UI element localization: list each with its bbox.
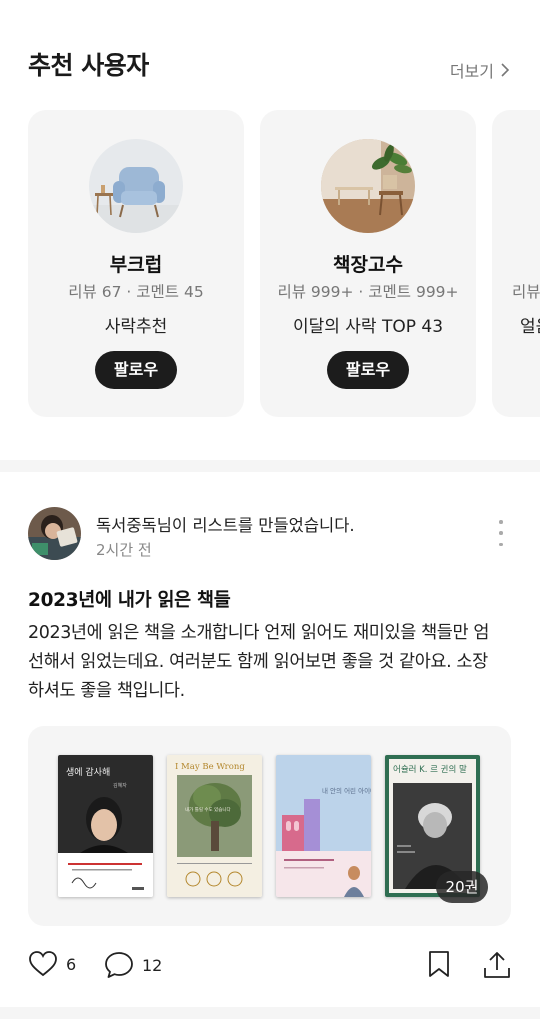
post-actions: 6 12 bbox=[28, 950, 512, 982]
post-title[interactable]: 2023년에 내가 읽은 책들 bbox=[28, 586, 231, 612]
post-body[interactable]: 2023년에 읽은 책을 소개합니다 언제 읽어도 재미있을 책들만 엄선해서 … bbox=[28, 619, 498, 706]
user-card[interactable]: 리뷰 얼음 bbox=[492, 110, 540, 417]
avatar[interactable] bbox=[89, 139, 183, 233]
recommended-users-section: 추천 사용자 더보기 부크럽 리뷰 67 · 코멘트 45 사락추천 팔로우 책… bbox=[0, 0, 540, 460]
book-cover[interactable]: I May Be Wrong 내가 틀릴 수도 있습니다 bbox=[167, 755, 262, 897]
bookmark-icon bbox=[429, 951, 449, 977]
book-list-preview[interactable]: 생에 감사해 김혜자 I May Be Wrong 내가 틀릴 수도 있습니다 … bbox=[28, 726, 511, 926]
like-count: 6 bbox=[66, 954, 77, 974]
book-count-badge: 20권 bbox=[436, 871, 488, 903]
book-title: 어슐러 K. 르 귄의 말 bbox=[393, 764, 467, 775]
like-button[interactable]: 6 bbox=[28, 950, 76, 978]
avatar[interactable] bbox=[321, 139, 415, 233]
book-title: 생에 감사해 bbox=[66, 766, 110, 778]
user-name: 부크럽 bbox=[109, 254, 163, 276]
user-name: 책장고수 bbox=[333, 254, 403, 276]
user-card-list[interactable]: 부크럽 리뷰 67 · 코멘트 45 사락추천 팔로우 책장고수 리뷰 999+… bbox=[28, 110, 540, 417]
book-cover[interactable]: 내 안의 어린 아이에게 bbox=[276, 755, 371, 897]
comment-icon bbox=[105, 952, 133, 978]
user-stats: 리뷰 67 · 코멘트 45 bbox=[68, 283, 204, 301]
user-stats: 리뷰 999+ · 코멘트 999+ bbox=[277, 283, 459, 301]
user-badge: 이달의 사락 TOP 43 bbox=[292, 317, 444, 337]
comment-count: 12 bbox=[142, 955, 163, 975]
share-button[interactable] bbox=[482, 950, 512, 980]
user-card[interactable]: 책장고수 리뷰 999+ · 코멘트 999+ 이달의 사락 TOP 43 팔로… bbox=[260, 110, 476, 417]
follow-button[interactable]: 팔로우 bbox=[95, 351, 177, 389]
user-card[interactable]: 부크럽 리뷰 67 · 코멘트 45 사락추천 팔로우 bbox=[28, 110, 244, 417]
book-cover[interactable]: 생에 감사해 김혜자 bbox=[58, 755, 153, 897]
post-time: 2시간 전 bbox=[96, 541, 152, 559]
book-subtitle: 내가 틀릴 수도 있습니다 bbox=[185, 806, 232, 813]
more-options-icon[interactable] bbox=[492, 520, 510, 546]
follow-button[interactable]: 팔로우 bbox=[327, 351, 409, 389]
chevron-right-icon bbox=[501, 63, 510, 77]
more-label: 더보기 bbox=[449, 62, 494, 81]
book-title: 내 안의 어린 아이에게 bbox=[322, 786, 371, 795]
author-avatar[interactable] bbox=[28, 507, 81, 560]
user-stats: 리뷰 bbox=[512, 283, 540, 301]
comment-button[interactable]: 12 bbox=[104, 950, 162, 980]
feed-post: 독서중독님이 리스트를 만들었습니다. 2시간 전 2023년에 내가 읽은 책… bbox=[0, 472, 540, 1007]
bookmark-button[interactable] bbox=[426, 950, 452, 978]
share-icon bbox=[484, 952, 510, 978]
author-name[interactable]: 독서중독 bbox=[96, 516, 157, 535]
activity-text: 독서중독님이 리스트를 만들었습니다. bbox=[96, 512, 355, 536]
heart-icon bbox=[29, 951, 57, 977]
user-badge: 사락추천 bbox=[104, 317, 168, 337]
section-title: 추천 사용자 bbox=[28, 51, 149, 80]
more-link[interactable]: 더보기 bbox=[450, 58, 510, 82]
activity-suffix: 님이 리스트를 만들었습니다. bbox=[156, 516, 355, 535]
user-badge: 얼음 bbox=[520, 317, 540, 337]
book-author: 김혜자 bbox=[113, 782, 127, 789]
book-title: I May Be Wrong bbox=[175, 762, 245, 772]
